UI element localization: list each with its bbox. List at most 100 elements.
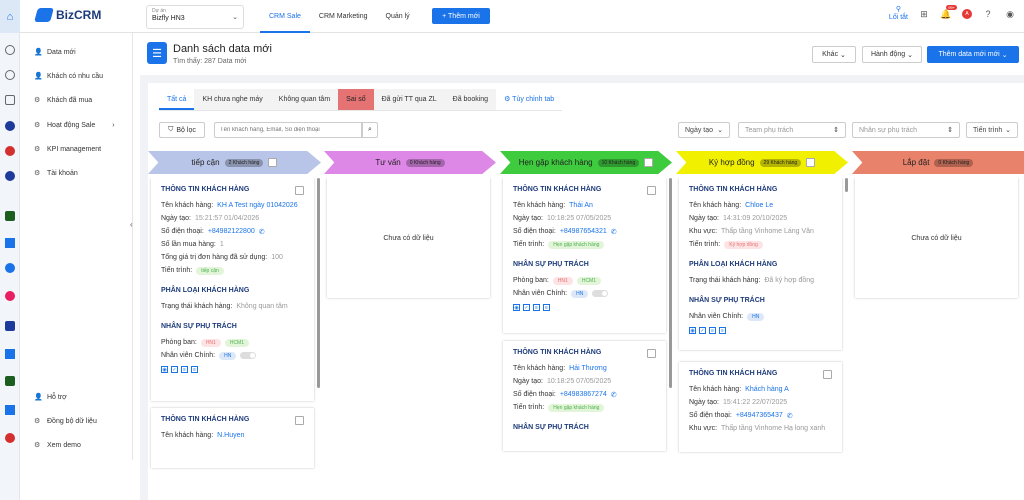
grid-icon[interactable] (5, 95, 15, 105)
app-icon-7[interactable] (5, 321, 15, 331)
phone-icon[interactable]: ✆ (259, 228, 265, 236)
progress-select[interactable]: Tiến trình ⌄ (966, 122, 1018, 138)
sidebar-item-kpi[interactable]: ⚙ KPI management (34, 145, 101, 154)
sidebar-item-support[interactable]: 👤 Hỗ trợ (34, 393, 67, 402)
app-icon-2[interactable] (5, 146, 15, 156)
home-icon[interactable]: ⌂ (0, 0, 20, 33)
power-icon[interactable] (5, 45, 15, 55)
send-icon[interactable] (5, 238, 15, 248)
date-select[interactable]: Ngày tạo ⌄ (678, 122, 730, 138)
customer-card[interactable]: THÔNG TIN KHÁCH HÀNG Tên khách hàng: N.Hu… (151, 408, 314, 468)
stage-header-approach[interactable]: tiếp cận 2 Khách hàng (148, 151, 321, 174)
staff-select[interactable]: Nhân sự phụ trách ⇕ (852, 122, 960, 138)
tab-wrong-number[interactable]: Sai số (338, 89, 374, 110)
sidebar-item-sale-activity[interactable]: ⚙ Hoạt động Sale › (34, 121, 115, 130)
check-icon[interactable]: ✓ (523, 304, 530, 311)
stage-header-consult[interactable]: Tư vấn 0 Khách hàng (324, 151, 496, 174)
card-checkbox[interactable] (823, 370, 832, 379)
tab-booked[interactable]: Đã booking (444, 89, 497, 110)
doc-icon[interactable]: ≡ (533, 304, 540, 311)
stage-checkbox[interactable] (268, 158, 278, 167)
phone-number[interactable]: +84983867274 (560, 391, 607, 398)
stage-header-meeting[interactable]: Hẹn gặp khách hàng 10 Khách hàng (500, 151, 672, 174)
check-icon[interactable]: ✓ (699, 327, 706, 334)
customer-card[interactable]: THÔNG TIN KHÁCH HÀNG Tên khách hàng: Hải … (503, 341, 666, 451)
customer-card[interactable]: THÔNG TIN KHÁCH HÀNG Tên khách hàng: Thái… (503, 178, 666, 333)
list-icon[interactable]: ≡ (191, 366, 198, 373)
sidebar-item-bought[interactable]: ⚙ Khách đã mua (34, 96, 92, 105)
search-input[interactable] (214, 122, 362, 138)
sidebar-item-new-data[interactable]: 👤 Data mới (34, 48, 76, 57)
app-icon-6[interactable] (5, 291, 15, 301)
tab-customize[interactable]: ⚙ Tùy chỉnh tab (496, 89, 563, 110)
view-icon[interactable]: ◉ (689, 327, 696, 334)
card-checkbox[interactable] (647, 186, 656, 195)
customer-name[interactable]: N.Huyen (217, 432, 244, 439)
app-icon-8[interactable] (5, 349, 15, 359)
search-icon[interactable]: ⌕ (362, 122, 378, 138)
team-select[interactable]: Team phụ trách ⇕ (738, 122, 846, 138)
app-icon-3[interactable] (5, 171, 15, 181)
app-icon-11[interactable] (5, 433, 15, 443)
staff-toggle[interactable] (592, 290, 609, 297)
app-logo[interactable]: BizCRM (34, 8, 101, 22)
stage-checkbox[interactable] (806, 158, 816, 167)
phone-icon[interactable]: ✆ (611, 228, 617, 236)
filter-button[interactable]: ⛉ Bộ lọc (159, 122, 205, 138)
app-icon-4[interactable] (5, 211, 15, 221)
sidebar-item-sync[interactable]: ⚙ Đồng bộ dữ liệu (34, 417, 97, 426)
tab-not-answered[interactable]: KH chưa nghe máy (194, 89, 271, 110)
phone-number[interactable]: +84987654321 (560, 228, 607, 235)
card-checkbox[interactable] (295, 416, 304, 425)
customer-card[interactable]: THÔNG TIN KHÁCH HÀNG Tên khách hàng: Khác… (679, 362, 842, 452)
customer-card[interactable]: THÔNG TIN KHÁCH HÀNG Tên khách hàng: KH A… (151, 178, 314, 401)
app-icon-5[interactable] (5, 263, 15, 273)
stage-header-contract[interactable]: Ký hợp đồng 29 Khách hàng (676, 151, 848, 174)
add-new-button[interactable]: + Thêm mới (432, 8, 490, 24)
app-icon-1[interactable] (5, 121, 15, 131)
other-button[interactable]: Khác ⌄ (812, 46, 856, 63)
phone-number[interactable]: +84947365437 (736, 412, 783, 419)
check-icon[interactable]: ✓ (171, 366, 178, 373)
settings-icon[interactable] (5, 70, 15, 80)
nav-tab-crm-sale[interactable]: CRM Sale (260, 0, 310, 33)
user-icon[interactable]: ◉ (1004, 8, 1016, 20)
doc-icon[interactable]: ≡ (181, 366, 188, 373)
phone-icon[interactable]: ✆ (611, 391, 617, 399)
app-icon-10[interactable] (5, 405, 15, 415)
list-icon[interactable]: ≡ (543, 304, 550, 311)
apps-grid-icon[interactable]: ⊞ (918, 8, 930, 20)
project-select[interactable]: Dự án Bizfly HN3 ⌄ (146, 5, 244, 29)
column-scrollbar[interactable] (317, 178, 320, 388)
customer-name[interactable]: Hải Thương (569, 365, 607, 372)
avatar[interactable]: A (962, 9, 972, 19)
customer-name[interactable]: Thái An (569, 202, 593, 209)
action-button[interactable]: Hành động ⌄ (862, 46, 922, 63)
tab-not-interested[interactable]: Không quan tâm (270, 89, 339, 110)
tab-sent-zalo[interactable]: Đã gửi TT qua ZL (373, 89, 445, 110)
sidebar-item-demand[interactable]: 👤 Khách có nhu cầu (34, 72, 103, 81)
customer-card[interactable]: THÔNG TIN KHÁCH HÀNG Tên khách hàng: Chlo… (679, 178, 842, 350)
sidebar-item-demo[interactable]: ⚙ Xem demo (34, 441, 81, 450)
customer-name[interactable]: KH A Test ngày 01042026 (217, 202, 297, 209)
phone-number[interactable]: +84982122800 (208, 228, 255, 235)
customer-name[interactable]: Khách hàng A (745, 386, 789, 393)
column-scrollbar[interactable] (845, 178, 848, 192)
list-icon[interactable]: ≡ (719, 327, 726, 334)
tab-all[interactable]: Tất cả (159, 89, 195, 110)
view-icon[interactable]: ◉ (513, 304, 520, 311)
doc-icon[interactable]: ≡ (709, 327, 716, 334)
help-icon[interactable]: ? (982, 8, 994, 20)
card-checkbox[interactable] (647, 349, 656, 358)
customer-name[interactable]: Chloe Le (745, 202, 773, 209)
shortcut-button[interactable]: ⚲ Lối tắt (889, 6, 908, 22)
nav-tab-crm-marketing[interactable]: CRM Marketing (310, 0, 377, 33)
add-data-button[interactable]: Thêm data mới mới ⌄ (927, 46, 1019, 63)
nav-tab-manage[interactable]: Quản lý (377, 0, 419, 33)
sidebar-item-account[interactable]: ⚙ Tài khoản (34, 169, 78, 178)
stage-checkbox[interactable] (644, 158, 654, 167)
view-icon[interactable]: ◉ (161, 366, 168, 373)
staff-toggle[interactable] (240, 352, 257, 359)
bell-icon[interactable]: 🔔 99+ (940, 5, 957, 20)
app-icon-9[interactable] (5, 376, 15, 386)
